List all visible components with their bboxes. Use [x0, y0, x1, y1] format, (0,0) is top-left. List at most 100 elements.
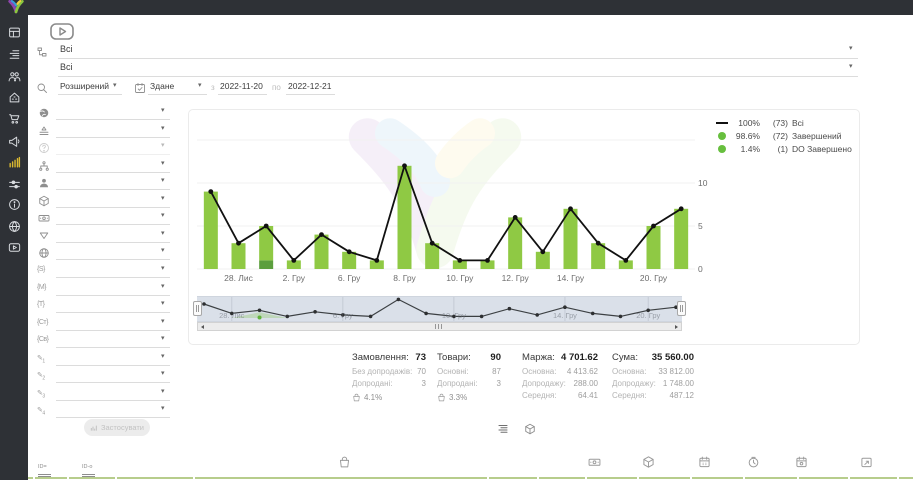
- sidebar-item-orders[interactable]: [8, 48, 21, 61]
- filter-funnel-select[interactable]: [56, 227, 170, 243]
- table-header-divider: [28, 477, 913, 479]
- id-source-icon[interactable]: ID-o: [82, 455, 95, 469]
- stat-column-3: Маржа:4 701.62Основна:4 413.62Допродажу:…: [522, 352, 598, 403]
- stats-product-toggle[interactable]: [524, 423, 536, 435]
- product-select[interactable]: Всі: [58, 60, 858, 77]
- scroll-left-icon[interactable]: [198, 323, 207, 330]
- calendar-export-icon[interactable]: [860, 455, 873, 469]
- filter-custom-1-select[interactable]: [56, 350, 170, 366]
- filter-custom-3-icon: ✎3: [37, 389, 53, 401]
- filter-custom-2-select[interactable]: [56, 367, 170, 383]
- date-type-value: Здане: [150, 81, 174, 91]
- chevron-down-icon: [161, 142, 169, 150]
- chevron-down-icon: [161, 160, 169, 168]
- tag-play-icon[interactable]: [50, 23, 74, 40]
- filter-utm-source-icon: {S}: [37, 266, 53, 278]
- filter-help-select[interactable]: [56, 139, 170, 155]
- filter-utm-sv-select[interactable]: [56, 332, 170, 348]
- chevron-down-icon: [198, 82, 206, 90]
- upsell-percent: 4.1%: [364, 393, 382, 402]
- calendar-icon[interactable]: [698, 455, 711, 469]
- bag-icon[interactable]: [338, 455, 351, 469]
- sidebar-item-video[interactable]: [8, 241, 21, 254]
- globe-icon: [8, 220, 21, 233]
- filter-manager-select[interactable]: [56, 174, 170, 190]
- filter-utm-medium-icon: {M}: [37, 284, 53, 296]
- date-from-input[interactable]: 2022-11-20: [218, 79, 267, 95]
- sidebar-item-integrations[interactable]: [8, 220, 21, 233]
- sidebar-item-statistics[interactable]: [8, 156, 21, 169]
- search-icon[interactable]: [36, 81, 48, 93]
- chevron-down-icon: [161, 283, 169, 291]
- apply-button[interactable]: Застосувати: [84, 419, 150, 436]
- layers-icon: [38, 124, 50, 136]
- svg-text:6. Гру: 6. Гру: [333, 311, 353, 320]
- sidebar-item-info[interactable]: [8, 198, 21, 211]
- banknote-icon: [38, 211, 50, 223]
- sidebar-item-cart[interactable]: [8, 112, 21, 125]
- sidebar-item-dashboard[interactable]: [8, 26, 21, 39]
- navigator-left-handle[interactable]: [193, 301, 202, 316]
- legend-item-всі[interactable]: 100%(73)Всі: [716, 116, 852, 129]
- clock-icon: [747, 455, 760, 469]
- sidebar-item-customers[interactable]: [8, 70, 21, 83]
- source-select[interactable]: Всі: [58, 42, 858, 59]
- filter-utm-medium-select[interactable]: [56, 280, 170, 296]
- filter-structure-select[interactable]: [56, 157, 170, 173]
- chevron-down-icon: [849, 63, 857, 71]
- filter-utm-term-select[interactable]: [56, 297, 170, 313]
- stat-column-2: Товари:90Основні:87Допродані:33.3%: [437, 352, 501, 403]
- stat-title: Замовлення:: [352, 352, 409, 367]
- stats-list-toggle[interactable]: [497, 423, 509, 435]
- sidebar-item-marketing[interactable]: [8, 135, 21, 148]
- package-icon: [38, 194, 50, 206]
- dot-swatch-icon: [718, 132, 726, 140]
- stat-column-4: Сума:35 560.00Основна:33 812.00Допродажу…: [612, 352, 694, 403]
- filter-world-select[interactable]: [56, 104, 170, 120]
- navigator-scrollbar[interactable]: [197, 322, 682, 331]
- chevron-down-icon: [161, 247, 169, 255]
- search-mode-value: Розширений: [60, 81, 109, 91]
- scroll-right-icon[interactable]: [672, 323, 681, 330]
- main-chart[interactable]: [197, 113, 695, 284]
- calendar-pay-icon[interactable]: [795, 455, 808, 469]
- filter-site-select[interactable]: [56, 244, 170, 260]
- filter-product-select[interactable]: [56, 192, 170, 208]
- sliders-icon: [8, 178, 21, 191]
- legend-item-do-завершено[interactable]: 1.4%(1)DO Завершено: [716, 142, 852, 155]
- x-tick-label: 12. Гру: [485, 273, 545, 283]
- stat-column-1: Замовлення:73Без допродажів:70Допродані:…: [352, 352, 426, 403]
- chevron-down-icon: [849, 45, 857, 53]
- chevron-down-icon: [161, 318, 169, 326]
- filter-payment-select[interactable]: [56, 209, 170, 225]
- id-sort-icon[interactable]: ID=: [38, 455, 51, 469]
- sidebar-item-settings[interactable]: [8, 178, 21, 191]
- chevron-down-icon: [161, 177, 169, 185]
- funnel-icon: [38, 229, 50, 241]
- date-type-select[interactable]: Здане: [148, 79, 207, 95]
- svg-text:28. Лис: 28. Лис: [219, 311, 245, 320]
- filter-utm-term-icon: {T}: [37, 301, 53, 313]
- apply-button-label: Застосувати: [101, 423, 144, 432]
- filter-custom-1-icon: ✎1: [37, 354, 53, 366]
- clock-icon[interactable]: [747, 455, 760, 469]
- chart-navigator[interactable]: 28. Лис6. Гру10. Гру14. Гру20. Гру: [197, 296, 682, 322]
- money-icon[interactable]: [588, 455, 601, 469]
- filter-custom-3-select[interactable]: [56, 385, 170, 401]
- date-to-input[interactable]: 2022-12-21: [286, 79, 335, 95]
- sidebar-item-warehouse[interactable]: [8, 91, 21, 104]
- chevron-down-icon: [161, 212, 169, 220]
- calendar-pay-icon: [795, 455, 808, 469]
- filter-level-select[interactable]: [56, 122, 170, 138]
- package-icon[interactable]: [642, 455, 655, 469]
- info-icon: [8, 198, 21, 211]
- search-mode-select[interactable]: Розширений: [58, 79, 122, 95]
- filter-utm-st-select[interactable]: [56, 315, 170, 331]
- legend-item-завершений[interactable]: 98.6%(72)Завершений: [716, 129, 852, 142]
- filter-custom-4-select[interactable]: [56, 402, 170, 418]
- y-tick-label: 10: [698, 178, 714, 188]
- navigator-right-handle[interactable]: [677, 301, 686, 316]
- filter-utm-source-select[interactable]: [56, 262, 170, 278]
- source-tree-icon: [36, 45, 48, 57]
- scrollbar-grip[interactable]: [435, 324, 442, 329]
